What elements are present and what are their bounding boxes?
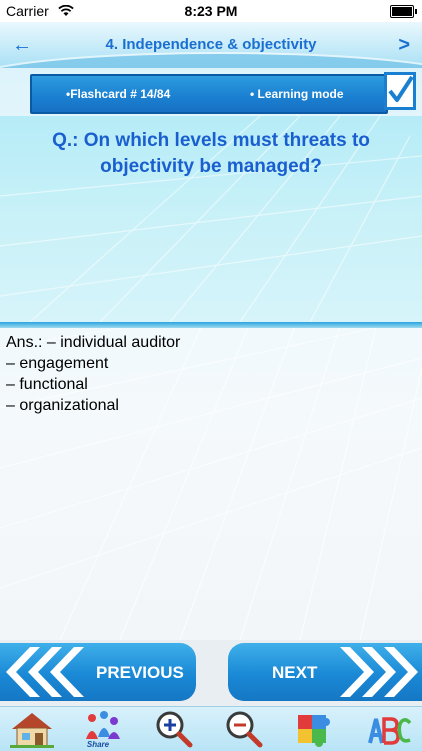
previous-label: PREVIOUS [96, 663, 184, 682]
abc-blocks-icon [368, 717, 412, 745]
flashcard-counter: •Flashcard # 14/84 [66, 87, 171, 101]
next-label: NEXT [272, 663, 318, 682]
next-button[interactable]: NEXT [228, 643, 422, 701]
answer-text: Ans.: – individual auditor – engagement … [6, 334, 181, 414]
puzzle-icon [298, 715, 330, 747]
question-panel: Q.: On which levels must threats to obje… [0, 116, 422, 322]
bottom-toolbar: Share [0, 706, 422, 751]
navigation-bar: PREVIOUS NEXT [0, 640, 422, 706]
chevrons-left-icon [6, 647, 84, 697]
zoom-in-icon [156, 711, 193, 748]
share-icon [86, 711, 120, 739]
forward-arrow-icon[interactable]: > [398, 34, 410, 57]
mark-checkbox[interactable] [384, 72, 416, 110]
checkmark-icon [388, 75, 413, 102]
mode-label: • Learning mode [250, 87, 344, 101]
zoom-out-icon [226, 711, 263, 748]
zoom-out-button[interactable] [220, 709, 268, 749]
battery-icon [390, 5, 417, 18]
home-icon [10, 713, 54, 748]
back-arrow-icon[interactable]: ← [12, 34, 32, 57]
puzzle-button[interactable] [292, 709, 340, 749]
previous-button[interactable]: PREVIOUS [0, 643, 196, 701]
divider [0, 322, 422, 328]
zoom-in-button[interactable] [150, 709, 198, 749]
abc-button[interactable] [364, 709, 412, 749]
chapter-title: 4. Independence & objectivity [105, 36, 317, 53]
flashcard-info-bar: •Flashcard # 14/84 • Learning mode [30, 74, 388, 114]
header-bar: ← 4. Independence & objectivity > [0, 22, 422, 68]
share-button[interactable]: Share [78, 709, 126, 749]
share-label: Share [86, 740, 110, 749]
home-button[interactable] [8, 709, 56, 749]
clock: 8:23 PM [184, 3, 238, 19]
flashcard-area: Q.: On which levels must threats to obje… [0, 68, 422, 640]
chevrons-right-icon [340, 647, 418, 697]
status-bar: Carrier 8:23 PM [0, 0, 422, 22]
question-text: Q.: On which levels must threats to obje… [52, 130, 370, 177]
